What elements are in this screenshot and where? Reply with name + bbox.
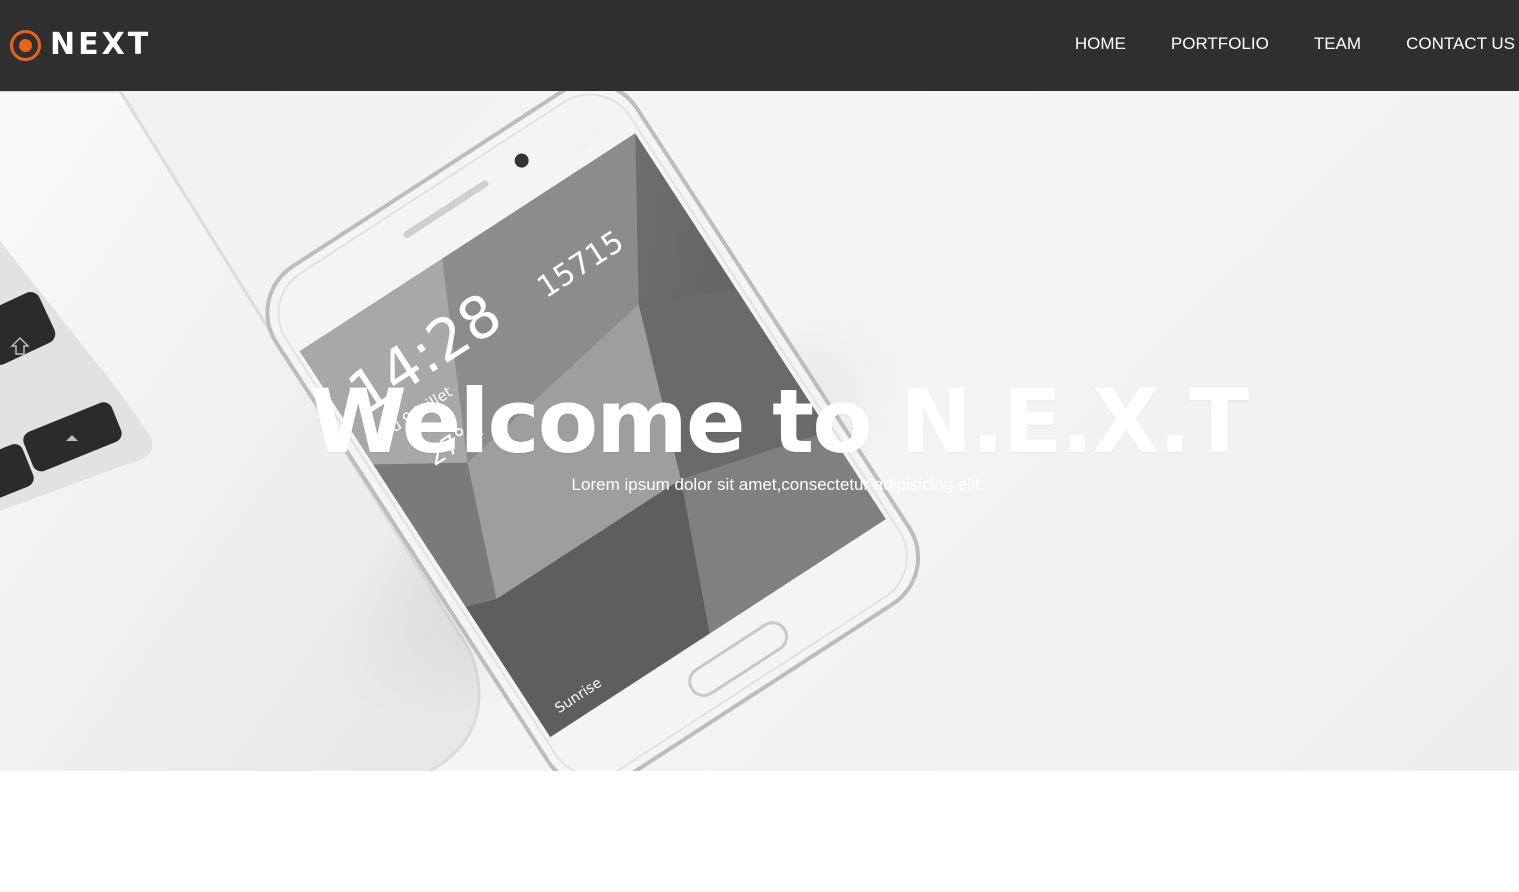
nav-item-home[interactable]: HOME	[1075, 33, 1126, 55]
main-nav: HOME PORTFOLIO TEAM CONTACT US	[1030, 33, 1515, 55]
brand-logo-link[interactable]: NEXT	[10, 27, 151, 63]
nav-item-team[interactable]: TEAM	[1314, 33, 1361, 55]
top-navbar: NEXT HOME PORTFOLIO TEAM CONTACT US	[0, 0, 1519, 91]
hero-title: Welcome to N.E.X.T	[309, 370, 1250, 473]
nav-item-contact-us[interactable]: CONTACT US	[1406, 33, 1515, 55]
nav-item-portfolio[interactable]: PORTFOLIO	[1171, 33, 1269, 55]
hero-subtitle: Lorem ipsum dolor sit amet,consectetur a…	[571, 475, 985, 494]
brand-name: NEXT	[50, 27, 152, 62]
target-circle-icon	[10, 29, 41, 61]
hero-banner: 14:28 jeu 9 juillet 27°c 15715 14:28 Sun…	[0, 91, 1519, 771]
